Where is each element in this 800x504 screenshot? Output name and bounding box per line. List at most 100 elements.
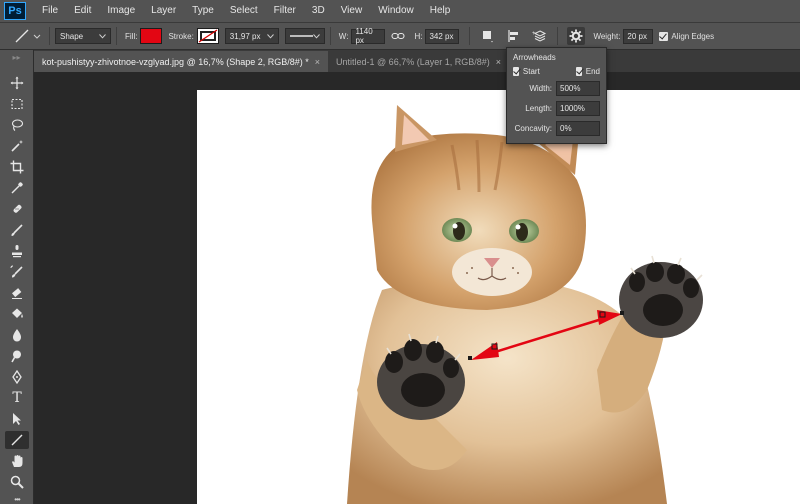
path-arrangement-button[interactable]: + [531, 27, 549, 45]
arrow-length-field[interactable]: 1000% [556, 101, 600, 116]
magic-wand-tool[interactable] [5, 137, 29, 155]
menu-bar: Ps File Edit Image Layer Type Select Fil… [0, 0, 800, 22]
stroke-width-field[interactable]: 31,97 px [224, 28, 279, 44]
hand-icon [12, 455, 23, 467]
fill-color-swatch[interactable] [140, 28, 163, 44]
end-checkbox[interactable] [575, 67, 582, 76]
separator [329, 27, 331, 45]
blur-tool[interactable] [5, 326, 29, 344]
chevron-down-icon [313, 33, 320, 39]
menu-select[interactable]: Select [222, 0, 266, 22]
toolbar-grip[interactable]: ▸▸ [0, 50, 33, 64]
start-checkbox[interactable] [513, 67, 519, 76]
line-tool[interactable] [5, 431, 29, 449]
dodge-tool[interactable] [5, 347, 29, 365]
stroke-width-value: 31,97 px [229, 31, 261, 41]
arrow-line[interactable] [481, 317, 603, 358]
stroke-type-dropdown[interactable] [284, 28, 325, 44]
history-brush-icon [10, 265, 23, 278]
align-edges-checkbox[interactable] [659, 31, 669, 41]
crop-icon [10, 160, 24, 174]
paint-bucket-tool[interactable] [5, 305, 29, 323]
zoom-tool[interactable] [5, 473, 29, 491]
move-icon [10, 76, 24, 90]
start-label: Start [522, 67, 540, 76]
menu-image[interactable]: Image [99, 0, 143, 22]
arrow-concavity-field[interactable]: 0% [556, 121, 600, 136]
eyedropper-tool[interactable] [5, 179, 29, 197]
healing-brush-tool[interactable] [5, 200, 29, 218]
weight-field[interactable]: 20 px [623, 28, 654, 44]
lasso-icon [11, 119, 24, 131]
path-selection-tool[interactable] [5, 410, 29, 428]
path-arrangement-icon: + [532, 30, 547, 42]
separator [49, 27, 50, 45]
anchor-point-start[interactable] [468, 356, 472, 360]
geometry-options-button[interactable] [567, 27, 586, 45]
tab-cat-document[interactable]: kot-pushistyy-zhivotnoe-vzglyad.jpg @ 16… [34, 51, 329, 72]
move-tool[interactable] [5, 74, 29, 92]
menu-view[interactable]: View [333, 0, 371, 22]
lasso-tool[interactable] [5, 116, 29, 134]
solid-line-icon [289, 35, 314, 37]
shape-width-field[interactable]: 1140 px [351, 27, 386, 45]
path-alignment-button[interactable] [505, 27, 523, 45]
tab-untitled-document[interactable]: Untitled-1 @ 66,7% (Layer 1, RGB/8#) × [328, 51, 509, 72]
separator [469, 27, 471, 45]
separator [116, 27, 117, 45]
menu-filter[interactable]: Filter [266, 0, 304, 22]
arrow-width-label: Width: [529, 84, 552, 93]
menu-type[interactable]: Type [184, 0, 222, 22]
paint-bucket-icon [12, 308, 23, 318]
clone-stamp-tool[interactable] [5, 242, 29, 260]
chevron-down-icon [266, 33, 274, 39]
stroke-color-swatch[interactable] [196, 28, 219, 44]
tab-label: kot-pushistyy-zhivotnoe-vzglyad.jpg @ 16… [42, 56, 309, 67]
shape-mode-dropdown[interactable]: Shape [55, 28, 111, 44]
document-tab-bar: kot-pushistyy-zhivotnoe-vzglyad.jpg @ 16… [34, 50, 800, 72]
type-icon[interactable]: T [5, 389, 29, 407]
hand-tool[interactable] [5, 452, 29, 470]
close-icon[interactable]: × [315, 57, 320, 67]
link-icon [391, 32, 405, 40]
path-selection-icon [13, 413, 21, 425]
menu-help[interactable]: Help [422, 0, 459, 22]
document-canvas[interactable] [197, 90, 800, 504]
link-dimensions-button[interactable] [389, 27, 407, 45]
arrow-shape-layer[interactable] [197, 90, 800, 504]
menu-file[interactable]: File [34, 0, 66, 22]
close-icon[interactable]: × [496, 57, 501, 67]
crop-tool[interactable] [5, 158, 29, 176]
marquee-icon [11, 98, 23, 110]
tool-preset-picker[interactable] [10, 26, 44, 46]
width-label: W: [338, 31, 349, 41]
eraser-tool[interactable] [5, 284, 29, 302]
brush-tool[interactable] [5, 221, 29, 239]
path-operations-icon [483, 31, 494, 43]
pen-tool[interactable] [5, 368, 29, 386]
zoom-icon [10, 475, 24, 489]
magic-wand-icon [11, 140, 24, 152]
blur-icon [12, 329, 22, 342]
menu-3d[interactable]: 3D [304, 0, 333, 22]
align-edges-label: Align Edges [671, 31, 715, 41]
path-operations-button[interactable] [479, 27, 497, 45]
menu-edit[interactable]: Edit [66, 0, 99, 22]
arrow-head-start [471, 342, 499, 360]
arrow-concavity-label: Concavity: [514, 124, 552, 133]
menu-layer[interactable]: Layer [143, 0, 184, 22]
line-tool-icon [11, 434, 23, 446]
shape-height-field[interactable]: 342 px [425, 28, 460, 44]
stroke-label: Stroke: [168, 31, 194, 41]
arrow-width-field[interactable]: 500% [556, 81, 600, 96]
path-alignment-icon [508, 30, 519, 42]
anchor-point-end[interactable] [620, 311, 624, 315]
menu-window[interactable]: Window [370, 0, 422, 22]
weight-label: Weight: [593, 31, 621, 41]
dodge-icon [11, 350, 21, 363]
more-tools-icon[interactable]: ••• [5, 494, 29, 504]
svg-text:+: + [532, 31, 536, 37]
marquee-tool[interactable] [5, 95, 29, 113]
history-brush-tool[interactable] [5, 263, 29, 281]
arrowheads-popup: Arrowheads Start End Width: 500% Length:… [506, 47, 607, 144]
